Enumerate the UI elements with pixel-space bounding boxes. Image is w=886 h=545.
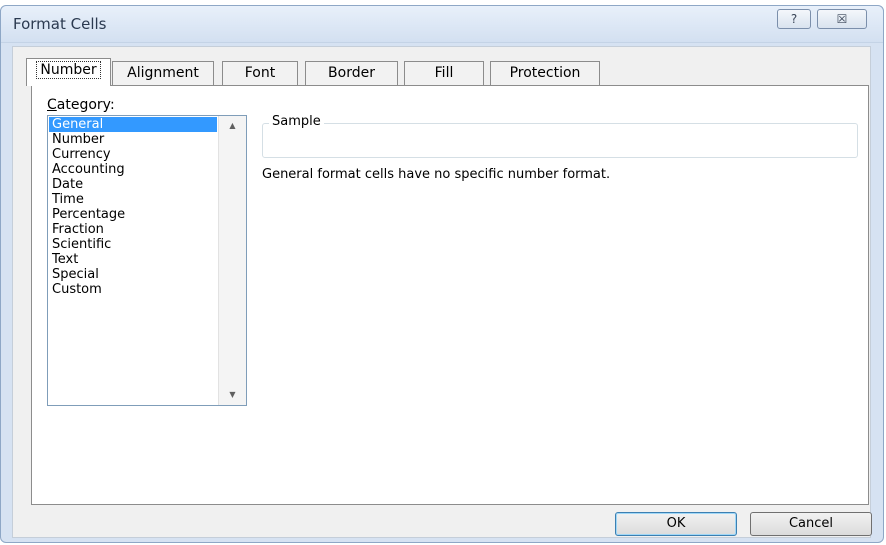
- category-scrollbar[interactable]: ▲ ▼: [218, 116, 246, 405]
- tab-fill[interactable]: Fill: [404, 61, 484, 85]
- category-label-mnemonic: C: [47, 97, 57, 113]
- category-item-general[interactable]: General: [49, 117, 217, 132]
- category-item-date[interactable]: Date: [49, 177, 217, 192]
- cancel-button[interactable]: Cancel: [750, 512, 872, 536]
- close-icon: ☒: [836, 12, 848, 26]
- format-description: General format cells have no specific nu…: [262, 167, 611, 182]
- tab-border-label: Border: [328, 65, 375, 81]
- sample-groupbox: Sample: [262, 114, 858, 158]
- category-item-accounting[interactable]: Accounting: [49, 162, 217, 177]
- category-label-rest: ategory:: [56, 97, 115, 113]
- category-item-currency[interactable]: Currency: [49, 147, 217, 162]
- scroll-up-arrow-icon[interactable]: ▲: [219, 116, 246, 136]
- category-item-percentage[interactable]: Percentage: [49, 207, 217, 222]
- number-tab-panel: Category: General Number Currency Accoun…: [31, 85, 869, 505]
- tab-alignment-label: Alignment: [127, 65, 199, 81]
- category-item-special[interactable]: Special: [49, 267, 217, 282]
- category-label: Category:: [47, 97, 115, 113]
- category-listbox[interactable]: General Number Currency Accounting Date …: [47, 115, 247, 406]
- tab-fill-label: Fill: [434, 65, 454, 81]
- dialog-client-area: Number Alignment Font Border Fill Protec…: [12, 46, 871, 538]
- tab-protection[interactable]: Protection: [490, 61, 600, 85]
- tab-number[interactable]: Number: [26, 58, 111, 86]
- category-item-text[interactable]: Text: [49, 252, 217, 267]
- tab-number-label: Number: [36, 61, 101, 79]
- tab-font[interactable]: Font: [222, 61, 298, 85]
- tab-alignment[interactable]: Alignment: [112, 61, 214, 85]
- ok-button[interactable]: OK: [615, 512, 737, 536]
- category-item-custom[interactable]: Custom: [49, 282, 217, 297]
- scroll-down-arrow-icon[interactable]: ▼: [219, 385, 246, 405]
- title-bar[interactable]: Format Cells ? ☒: [1, 6, 883, 43]
- category-item-fraction[interactable]: Fraction: [49, 222, 217, 237]
- format-cells-dialog: Format Cells ? ☒ Number Alignment Font B…: [0, 5, 884, 543]
- tab-protection-label: Protection: [509, 65, 581, 81]
- tab-font-label: Font: [244, 65, 276, 81]
- close-button[interactable]: ☒: [817, 9, 867, 29]
- category-item-time[interactable]: Time: [49, 192, 217, 207]
- tab-border[interactable]: Border: [305, 61, 398, 85]
- category-item-scientific[interactable]: Scientific: [49, 237, 217, 252]
- help-button[interactable]: ?: [777, 9, 811, 29]
- category-item-number[interactable]: Number: [49, 132, 217, 147]
- category-list: General Number Currency Accounting Date …: [49, 117, 217, 297]
- window-title: Format Cells: [13, 15, 107, 33]
- sample-legend: Sample: [269, 114, 324, 129]
- help-icon: ?: [790, 12, 798, 26]
